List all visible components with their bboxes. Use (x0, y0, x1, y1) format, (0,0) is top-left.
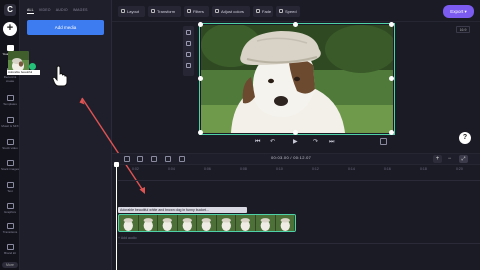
ruler-tick: 0:20 (456, 167, 463, 171)
ruler-tick: 0:02 (132, 167, 139, 171)
clip-frame (276, 215, 295, 231)
zoom-out-button[interactable]: − (445, 155, 454, 163)
video-clip[interactable] (118, 214, 296, 232)
clip-frame (119, 215, 139, 231)
ruler-tick: 0:08 (240, 167, 247, 171)
help-button[interactable]: ? (459, 132, 471, 144)
skip-forward-icon[interactable]: ⏭ (329, 138, 334, 146)
aspect-ratio-badge[interactable]: 16:9 (456, 26, 470, 33)
ruler-tick: 0:10 (276, 167, 283, 171)
playhead-handle[interactable] (114, 162, 119, 167)
forward-icon[interactable]: ↷ (313, 138, 318, 146)
clip-frame (178, 215, 198, 231)
video-preview[interactable] (201, 25, 393, 133)
resize-handle-bottom[interactable] (293, 130, 298, 135)
rewind-icon[interactable]: ↶ (270, 138, 275, 146)
clip-title: Adorable beautiful white and brown dog i… (118, 207, 247, 213)
filters-icon (187, 9, 191, 13)
skip-back-icon[interactable]: ⏮ (255, 138, 260, 146)
ruler-tick: 0:16 (384, 167, 391, 171)
flip-icon[interactable] (186, 41, 191, 46)
clip-frame (236, 215, 256, 231)
resize-handle-top-right[interactable] (389, 22, 394, 27)
duplicate-clip-icon[interactable] (179, 156, 185, 162)
playback-controls: ⏮ ↶ ▶ ↷ ⏭ (255, 138, 345, 146)
speed-button[interactable]: Speed (276, 6, 300, 17)
duplicate-icon[interactable] (186, 63, 191, 68)
adjust-colors-button[interactable]: Adjust colors (212, 6, 250, 17)
clip-frame (256, 215, 276, 231)
export-button[interactable]: Export ▾ (443, 5, 474, 18)
clip-frame (158, 215, 178, 231)
timeline-ruler[interactable]: 0:02 0:04 0:06 0:08 0:10 0:12 0:14 0:16 … (112, 167, 480, 175)
resize-handle-bottom-left[interactable] (198, 130, 203, 135)
resize-handle-right[interactable] (389, 76, 394, 81)
dog-video-frame (201, 25, 393, 133)
crop-icon[interactable] (186, 30, 191, 35)
undo-icon[interactable] (124, 156, 130, 162)
ruler-tick: 0:04 (168, 167, 175, 171)
resize-handle-bottom-right[interactable] (389, 130, 394, 135)
layout-button[interactable]: Layout (118, 6, 145, 17)
ruler-tick: 0:06 (204, 167, 211, 171)
layout-icon (121, 9, 125, 13)
transform-button[interactable]: Transform (148, 6, 181, 17)
preview-side-tools (183, 26, 194, 76)
fade-icon (256, 9, 260, 13)
split-icon[interactable] (151, 156, 157, 162)
clip-frame (217, 215, 237, 231)
clip-frame (197, 215, 217, 231)
chevron-down-icon: ▾ (464, 9, 467, 14)
timecode: 00:03.00 / 00:12.07 (271, 155, 312, 160)
ruler-tick: 0:12 (312, 167, 319, 171)
track-divider (118, 180, 480, 181)
rotate-icon[interactable] (186, 52, 191, 57)
play-icon[interactable]: ▶ (293, 138, 298, 146)
fit-timeline-button[interactable]: ⤢ (459, 155, 468, 163)
ruler-tick: 0:18 (420, 167, 427, 171)
clip-frame (139, 215, 159, 231)
fade-button[interactable]: Fade (253, 6, 273, 17)
track-divider (118, 243, 480, 244)
playhead[interactable] (116, 162, 117, 270)
resize-handle-left[interactable] (198, 76, 203, 81)
filters-button[interactable]: Filters (184, 6, 209, 17)
speed-icon (279, 9, 283, 13)
adjust-colors-icon (215, 9, 219, 13)
transform-icon (151, 9, 155, 13)
fullscreen-icon[interactable] (380, 138, 387, 145)
redo-icon[interactable] (137, 156, 143, 162)
add-audio-track[interactable]: + Add audio (118, 236, 137, 240)
zoom-in-button[interactable]: + (433, 155, 442, 163)
resize-handle-top-left[interactable] (198, 22, 203, 27)
delete-icon[interactable] (165, 156, 171, 162)
resize-handle-top[interactable] (293, 22, 298, 27)
ruler-tick: 0:14 (348, 167, 355, 171)
